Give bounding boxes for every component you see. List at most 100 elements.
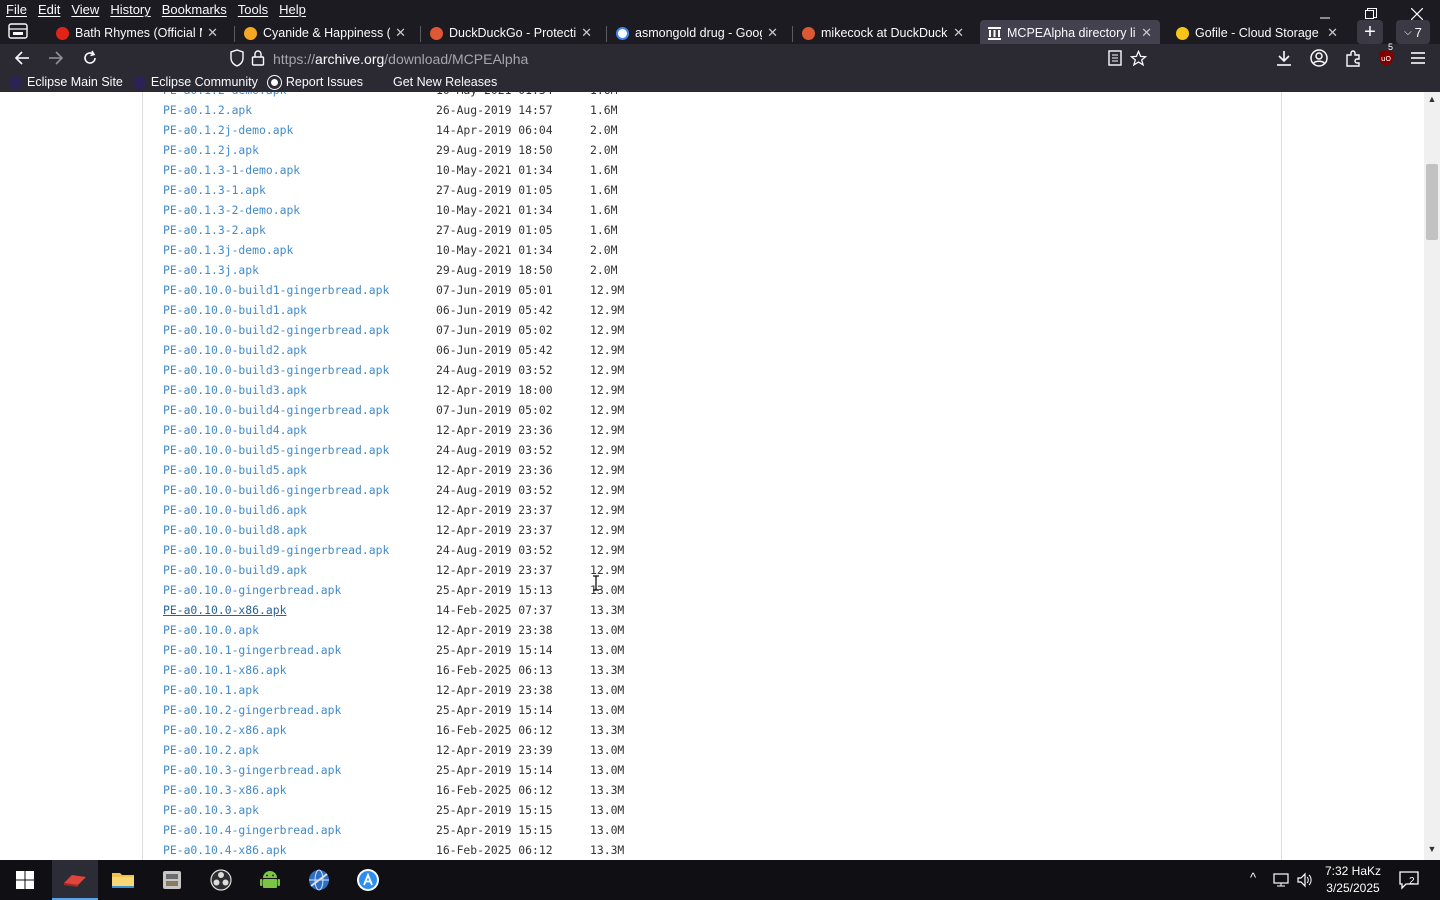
menu-view[interactable]: View <box>65 0 104 20</box>
tab-0[interactable]: Bath Rhymes (Official M ✕ <box>48 20 226 46</box>
file-link[interactable]: PE-a0.10.3-x86.apk <box>163 780 286 800</box>
file-link[interactable]: PE-a0.10.0-build3-gingerbread.apk <box>163 360 389 380</box>
scroll-up-icon[interactable]: ▲ <box>1424 94 1440 106</box>
reload-button[interactable] <box>77 46 103 70</box>
file-link[interactable]: PE-a0.10.4-x86.apk <box>163 840 286 860</box>
file-link[interactable]: PE-a0.1.3-1-demo.apk <box>163 160 300 180</box>
file-size: 13.3M <box>590 603 625 617</box>
scroll-down-icon[interactable]: ▼ <box>1424 844 1440 856</box>
bookmark-eclipse-community[interactable]: Eclipse Community <box>132 75 258 89</box>
menu-history[interactable]: History <box>104 0 155 20</box>
start-button[interactable] <box>2 860 48 900</box>
file-link[interactable]: PE-a0.10.0-build2.apk <box>163 340 307 360</box>
file-link[interactable]: PE-a0.10.2-x86.apk <box>163 720 286 740</box>
tab-6[interactable]: Gofile - Cloud Storage M ✕ <box>1168 20 1346 46</box>
file-link[interactable]: PE-a0.10.0.apk <box>163 620 259 640</box>
file-link[interactable]: PE-a0.10.0-build4.apk <box>163 420 307 440</box>
close-tab-icon[interactable]: ✕ <box>953 25 964 41</box>
file-link[interactable]: PE-a0.10.1-x86.apk <box>163 660 286 680</box>
file-link[interactable]: PE-a0.10.0-build5-gingerbread.apk <box>163 440 389 460</box>
scrollbar-thumb[interactable] <box>1426 164 1438 240</box>
file-link[interactable]: PE-a0.10.0-build6-gingerbread.apk <box>163 480 389 500</box>
close-tab-icon[interactable]: ✕ <box>1327 25 1338 41</box>
network-icon[interactable] <box>1272 872 1290 891</box>
file-link[interactable]: PE-a0.10.0-gingerbread.apk <box>163 580 341 600</box>
taskbar-archive-app[interactable] <box>149 860 195 900</box>
taskbar-android-studio[interactable] <box>247 860 293 900</box>
file-link[interactable]: PE-a0.10.0-build1.apk <box>163 300 307 320</box>
tracking-protection-icon[interactable] <box>229 49 245 72</box>
show-hidden-icons-button[interactable]: ^ <box>1250 870 1256 885</box>
lock-icon[interactable] <box>251 49 265 72</box>
taskbar-mcpe-launcher[interactable] <box>52 860 98 900</box>
file-link[interactable]: PE-a0.10.0-build8.apk <box>163 520 307 540</box>
taskbar-app-store[interactable] <box>345 860 391 900</box>
file-link[interactable]: PE-a0.10.0-build1-gingerbread.apk <box>163 280 389 300</box>
file-link[interactable]: PE-a0.10.4-gingerbread.apk <box>163 820 341 840</box>
downloads-button[interactable] <box>1274 48 1294 68</box>
menu-tools[interactable]: Tools <box>232 0 273 20</box>
reader-view-button[interactable] <box>1105 48 1125 68</box>
close-tab-icon[interactable]: ✕ <box>1141 25 1152 41</box>
file-link[interactable]: PE-a0.10.1-gingerbread.apk <box>163 640 341 660</box>
file-link[interactable]: PE-a0.10.0-build9.apk <box>163 560 307 580</box>
action-center-button[interactable]: 2 <box>1398 870 1420 893</box>
close-tab-icon[interactable]: ✕ <box>767 25 778 41</box>
firefox-view-button[interactable] <box>7 21 31 43</box>
tab-3[interactable]: asmongold drug - Goog ✕ <box>608 20 786 46</box>
account-button[interactable] <box>1309 48 1329 68</box>
file-link[interactable]: PE-a0.10.0-build4-gingerbread.apk <box>163 400 389 420</box>
bookmark-get-new-releases[interactable]: Get New Releases <box>393 75 497 89</box>
new-tab-button[interactable]: + <box>1357 20 1383 44</box>
file-date: 12-Apr-2019 23:37 <box>436 523 553 537</box>
app-menu-button[interactable] <box>1408 48 1428 68</box>
file-link[interactable]: PE-a0.10.0-build5.apk <box>163 460 307 480</box>
close-tab-icon[interactable]: ✕ <box>581 25 592 41</box>
close-tab-icon[interactable]: ✕ <box>395 25 406 41</box>
file-link[interactable]: PE-a0.10.2-gingerbread.apk <box>163 700 341 720</box>
bookmark-eclipse-main-site[interactable]: Eclipse Main Site <box>9 75 123 89</box>
tab-1[interactable]: Cyanide & Happiness (E ✕ <box>236 20 414 46</box>
url-bar[interactable]: https://archive.org/download/MCPEAlpha <box>222 46 1158 70</box>
system-clock[interactable]: 7:32 HaKz 3/25/2025 <box>1320 863 1386 897</box>
file-link[interactable]: PE-a0.10.0-build3.apk <box>163 380 307 400</box>
ublock-origin-button[interactable]: uO 5 <box>1376 42 1396 68</box>
file-date: 10-May-2021 01:34 <box>436 243 553 257</box>
file-link[interactable]: PE-a0.1.2j-demo.apk <box>163 120 293 140</box>
file-link[interactable]: PE-a0.1.3-2-demo.apk <box>163 200 300 220</box>
file-link[interactable]: PE-a0.10.3-gingerbread.apk <box>163 760 341 780</box>
bookmark-star-button[interactable] <box>1128 48 1148 68</box>
file-link[interactable]: PE-a0.10.0-build2-gingerbread.apk <box>163 320 389 340</box>
file-link[interactable]: PE-a0.10.2.apk <box>163 740 259 760</box>
file-link[interactable]: PE-a0.1.3j-demo.apk <box>163 240 293 260</box>
file-link[interactable]: PE-a0.1.3-1.apk <box>163 180 266 200</box>
file-link[interactable]: PE-a0.1.2.apk <box>163 100 252 120</box>
tab-5-active[interactable]: MCPEAlpha directory lis ✕ <box>980 20 1160 46</box>
file-link[interactable]: PE-a0.10.0-build6.apk <box>163 500 307 520</box>
vertical-scrollbar[interactable]: ▲ ▼ <box>1424 92 1440 860</box>
taskbar-network-app[interactable] <box>296 860 342 900</box>
extensions-button[interactable] <box>1343 48 1363 68</box>
file-link[interactable]: PE-a0.1.3j.apk <box>163 260 259 280</box>
file-link[interactable]: PE-a0.10.0-build9-gingerbread.apk <box>163 540 389 560</box>
tab-4[interactable]: mikecock at DuckDuckG ✕ <box>794 20 972 46</box>
taskbar-obs-studio[interactable] <box>198 860 244 900</box>
tab-2[interactable]: DuckDuckGo - Protectio ✕ <box>422 20 600 46</box>
taskbar-file-explorer[interactable] <box>100 860 146 900</box>
menu-edit[interactable]: Edit <box>32 0 65 20</box>
menu-bookmarks[interactable]: Bookmarks <box>156 0 232 20</box>
volume-icon[interactable] <box>1296 872 1314 891</box>
file-link[interactable]: PE-a0.10.3.apk <box>163 800 259 820</box>
forward-button[interactable] <box>43 46 69 70</box>
menu-file[interactable]: File <box>0 0 32 20</box>
menu-help[interactable]: Help <box>273 0 311 20</box>
file-link[interactable]: PE-a0.10.1.apk <box>163 680 259 700</box>
file-link[interactable]: PE-a0.1.3-2.apk <box>163 220 266 240</box>
bookmark-report-issues[interactable]: Report Issues <box>267 75 363 89</box>
file-link[interactable]: PE-a0.10.0-x86.apk <box>163 600 286 620</box>
file-link[interactable]: PE-a0.1.2-demo.apk <box>163 92 286 100</box>
back-button[interactable] <box>9 46 35 70</box>
close-tab-icon[interactable]: ✕ <box>207 25 218 41</box>
file-link[interactable]: PE-a0.1.2j.apk <box>163 140 259 160</box>
tab-list-button[interactable]: ⌵ 7 <box>1396 20 1430 44</box>
